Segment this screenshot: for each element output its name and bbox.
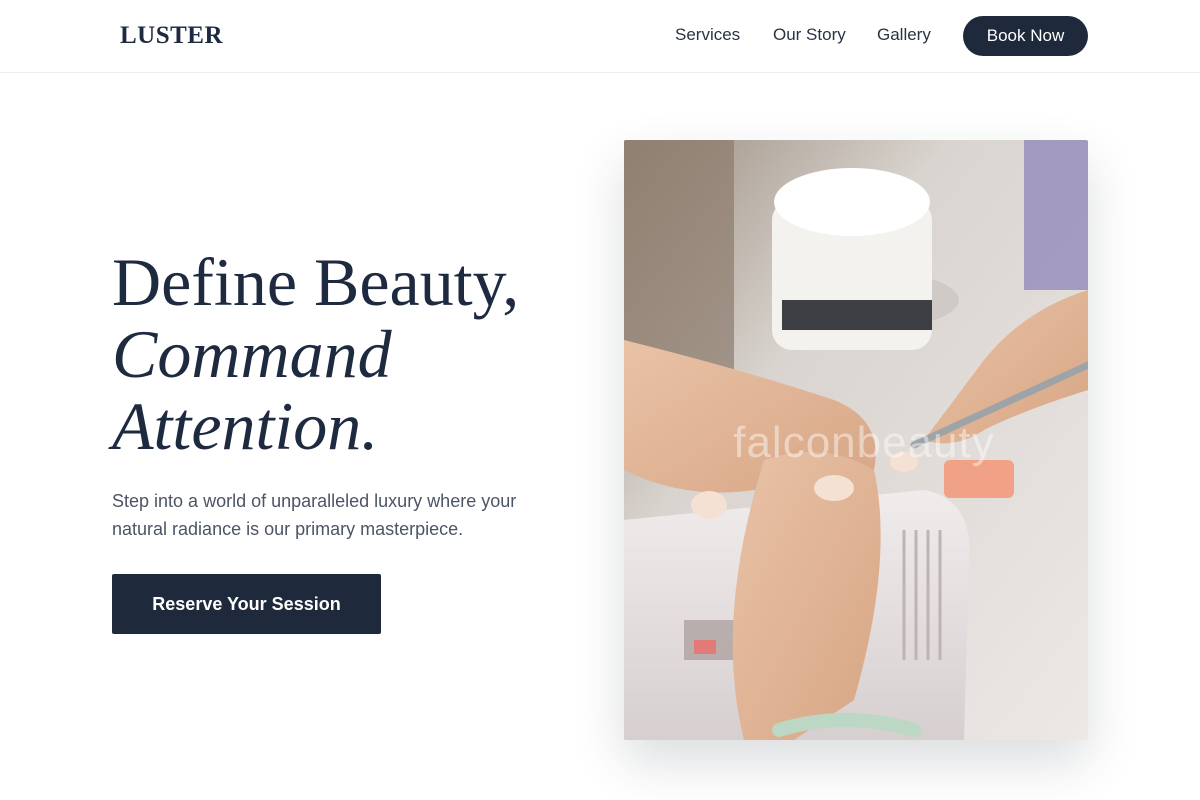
site-header: LUSTER Services Our Story Gallery Book N…	[0, 0, 1200, 73]
image-watermark: falconbeauty	[733, 418, 995, 467]
hero-title-line-1: Define Beauty,	[112, 244, 520, 320]
nav-link-services[interactable]: Services	[675, 25, 740, 45]
nav-link-gallery[interactable]: Gallery	[877, 25, 931, 45]
nav-link-our-story[interactable]: Our Story	[773, 25, 846, 45]
hero-title: Define Beauty, Command Attention.	[112, 246, 572, 462]
hero-title-line-2: Command	[112, 316, 392, 392]
hero-subtitle: Step into a world of unparalleled luxury…	[112, 491, 517, 539]
hero-title-line-3: Attention.	[112, 388, 379, 464]
book-now-button[interactable]: Book Now	[963, 16, 1088, 56]
hero-photo: falconbeauty	[624, 140, 1088, 740]
reserve-session-button[interactable]: Reserve Your Session	[112, 574, 381, 634]
